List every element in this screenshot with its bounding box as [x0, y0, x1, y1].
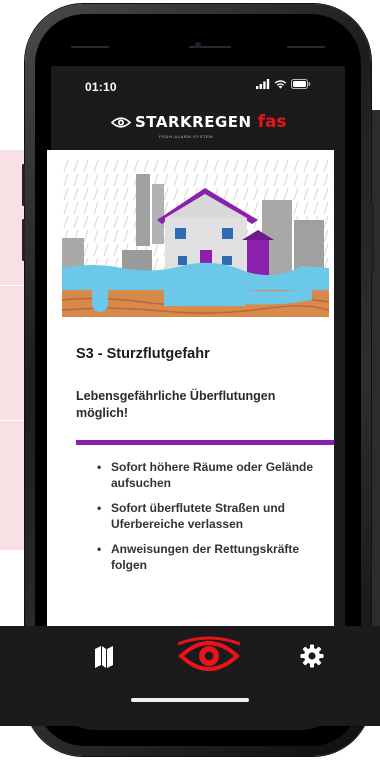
- map-icon: [95, 646, 113, 668]
- instruction-item: Sofort überflutete Straßen und Uferberei…: [97, 500, 327, 532]
- volume-up-button: [22, 164, 25, 206]
- brand-suffix: fas: [257, 112, 287, 132]
- front-camera: [195, 42, 201, 48]
- warning-subtitle: Lebensgefährliche Überflutungen möglich!: [76, 389, 276, 420]
- eye-icon: [111, 116, 131, 128]
- flooded-house-illustration: [62, 160, 329, 317]
- battery-icon: [291, 79, 311, 89]
- status-bar: 01:10: [51, 66, 345, 106]
- power-button: [371, 204, 374, 274]
- instruction-item: Anweisungen der Rettungskräfte folgen: [97, 541, 327, 573]
- bottom-nav: [0, 626, 380, 726]
- status-icons: [256, 79, 311, 89]
- wifi-icon: [274, 80, 287, 89]
- nav-settings-button[interactable]: [300, 644, 324, 673]
- accent-divider: [76, 440, 334, 445]
- warning-card: S3 - Sturzflutgefahr Lebensgefährliche Ü…: [47, 150, 334, 626]
- gear-icon: [300, 644, 324, 668]
- eye-icon: [177, 636, 241, 671]
- brand-tagline: FRÜH-ALARM-SYSTEM: [159, 134, 214, 139]
- instruction-item: Sofort höhere Räume oder Gelände aufsuch…: [97, 459, 327, 491]
- nav-map-button[interactable]: [95, 646, 113, 673]
- page: 01:10 STARKREGEN fas FRÜH-ALARM-SYSTEM S…: [0, 0, 380, 761]
- app-header: STARKREGEN fas FRÜH-ALARM-SYSTEM: [51, 106, 345, 156]
- instruction-list: Sofort höhere Räume oder Gelände aufsuch…: [97, 459, 327, 582]
- warning-title: S3 - Sturzflutgefahr: [76, 346, 210, 362]
- home-indicator[interactable]: [131, 698, 249, 702]
- brand-name: STARKREGEN: [135, 113, 252, 131]
- notch-area: [51, 30, 345, 66]
- nav-warnings-button[interactable]: [177, 636, 241, 681]
- status-time: 01:10: [85, 80, 117, 94]
- signal-icon: [256, 79, 270, 89]
- volume-down-button: [22, 219, 25, 261]
- app-logo: STARKREGEN fas: [111, 112, 287, 132]
